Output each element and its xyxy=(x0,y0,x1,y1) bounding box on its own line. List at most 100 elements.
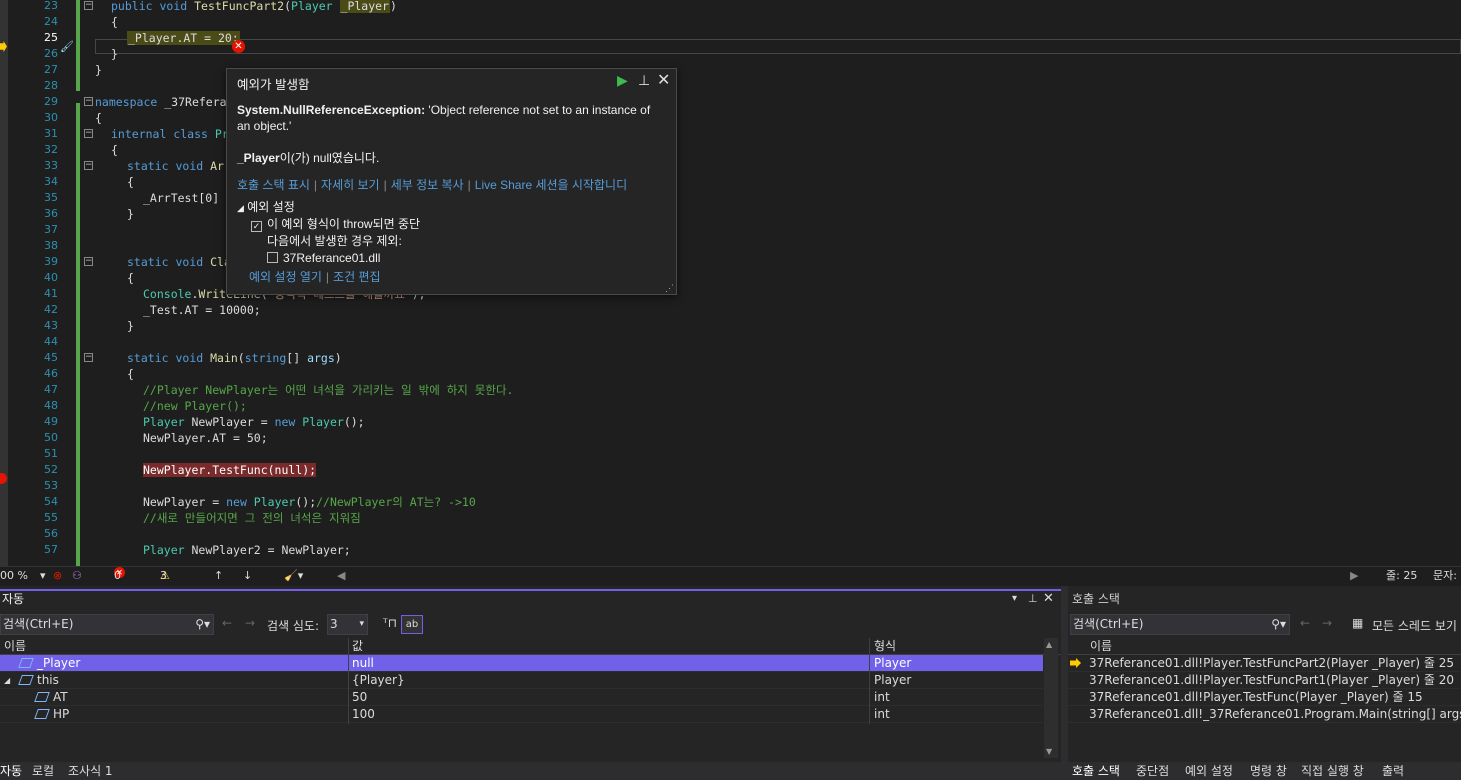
autos-row[interactable]: HP 100 int xyxy=(0,706,1043,723)
dropdown-icon[interactable]: ▾ xyxy=(40,567,46,584)
tab-breakpoints[interactable]: 중단점 xyxy=(1136,762,1169,780)
code-line[interactable]: 36} xyxy=(0,206,1461,222)
code-line[interactable]: 34 { xyxy=(0,174,1461,190)
close-icon[interactable]: ✕ xyxy=(657,70,670,90)
tab-immediate-window[interactable]: 직접 실행 창 xyxy=(1301,762,1364,780)
break-when-thrown-checkbox[interactable]: ✓ xyxy=(251,221,262,232)
code-line[interactable]: 49 Player NewPlayer = new Player(); xyxy=(0,414,1461,430)
warning-count[interactable]: 3 xyxy=(160,567,167,584)
issues-icon[interactable]: ⊗ xyxy=(53,567,62,584)
variable-value[interactable]: null xyxy=(352,655,374,672)
code-line[interactable]: 50 NewPlayer.AT = 50; xyxy=(0,430,1461,446)
tab-call-stack[interactable]: 호출 스택 xyxy=(1072,762,1120,780)
code-line[interactable]: 46 { xyxy=(0,366,1461,382)
code-line[interactable]: 35 _ArrTest[0] = 9 xyxy=(0,190,1461,206)
call-stack-search-input[interactable]: 검색(Ctrl+E) ⚲▾ xyxy=(1070,614,1290,635)
collapse-icon[interactable]: − xyxy=(84,353,93,362)
open-exception-settings-link[interactable]: 예외 설정 열기 xyxy=(249,270,322,284)
back-icon[interactable]: ← xyxy=(222,616,232,630)
search-depth-select[interactable]: 3 ▾ xyxy=(327,614,368,635)
expander-icon[interactable]: ◢ xyxy=(237,203,244,213)
view-details-link[interactable]: 자세히 보기 xyxy=(321,178,380,192)
scroll-left-icon[interactable]: ◀ xyxy=(337,567,345,584)
code-line[interactable]: 42 _Test.AT = 10000; xyxy=(0,302,1461,318)
code-line[interactable]: 47 //Player NewPlayer는 어떤 녀석을 가리키는 일 밖에 하… xyxy=(0,382,1461,398)
code-line[interactable]: 39−static void ClassT xyxy=(0,254,1461,270)
code-line[interactable]: 44 xyxy=(0,334,1461,350)
code-line[interactable]: 28 xyxy=(0,78,1461,94)
code-line[interactable]: 23 − public void TestFuncPart2(Player _Pla… xyxy=(0,0,1461,14)
code-line[interactable]: 55 //새로 만들어지면 그 전의 녀석은 지워짐 xyxy=(0,510,1461,526)
call-stack-frame[interactable]: 37Referance01.dll!Player.TestFuncPart1(P… xyxy=(1068,672,1461,689)
forward-icon[interactable]: → xyxy=(245,616,255,630)
cleanup-icon[interactable]: 🧹▾ xyxy=(284,567,303,584)
tab-autos[interactable]: 자동 xyxy=(0,762,22,780)
code-line[interactable]: 30 { xyxy=(0,110,1461,126)
tab-output[interactable]: 출력 xyxy=(1382,762,1404,780)
live-share-link[interactable]: Live Share 세션을 시작합니디 xyxy=(475,178,627,192)
pin-column-icon[interactable]: ᵀ⊓ xyxy=(383,616,397,630)
text-visualizer-icon[interactable]: ab xyxy=(401,615,423,634)
code-line[interactable]: 45 − static void Main(string[] args) xyxy=(0,350,1461,366)
search-icon[interactable]: ⚲▾ xyxy=(1271,615,1286,634)
code-line[interactable]: 24 { xyxy=(0,14,1461,30)
error-icon[interactable]: ✕ xyxy=(232,40,245,53)
call-stack-frame[interactable]: 37Referance01.dll!_37Referance01.Program… xyxy=(1068,706,1461,723)
scroll-right-icon[interactable]: ▶ xyxy=(1350,567,1358,584)
autos-row[interactable]: AT 50 int xyxy=(0,689,1043,706)
close-icon[interactable]: ✕ xyxy=(1043,591,1054,606)
code-line[interactable]: 48 //new Player(); xyxy=(0,398,1461,414)
code-line[interactable]: 31−internal class Progra xyxy=(0,126,1461,142)
code-line[interactable]: 57 Player NewPlayer2 = NewPlayer; xyxy=(0,542,1461,558)
code-line[interactable]: 26} xyxy=(0,46,1461,62)
column-name[interactable]: 이름 xyxy=(4,638,26,655)
call-stack-frame[interactable]: 37Referance01.dll!Player.TestFunc(Player… xyxy=(1068,689,1461,706)
resize-grip-icon[interactable]: ⋰ xyxy=(665,283,674,294)
variable-value[interactable]: 50 xyxy=(352,689,367,706)
code-line[interactable]: 40 { xyxy=(0,270,1461,286)
next-issue-icon[interactable]: ↓ xyxy=(243,567,252,584)
window-menu-icon[interactable]: ▾ xyxy=(1012,593,1017,604)
zoom-level[interactable]: 00 % xyxy=(0,567,28,584)
code-line[interactable]: 25 _Player.AT = 20; xyxy=(0,30,1461,46)
column-name[interactable]: 이름 xyxy=(1090,638,1112,655)
forward-icon[interactable]: → xyxy=(1322,616,1332,630)
code-line[interactable]: 38 xyxy=(0,238,1461,254)
pin-icon[interactable]: ⊥ xyxy=(1028,592,1038,605)
autos-search-input[interactable]: 검색(Ctrl+E) ⚲▾ xyxy=(0,614,214,635)
copilot-icon[interactable]: ⚇ xyxy=(72,567,82,584)
code-line[interactable]: 33−static void ArrTes xyxy=(0,158,1461,174)
autos-row[interactable]: ◢ this {Player} Player xyxy=(0,672,1043,689)
code-line[interactable]: 32 { xyxy=(0,142,1461,158)
code-line[interactable]: 56 xyxy=(0,526,1461,542)
column-value[interactable]: 값 xyxy=(352,638,363,655)
code-line[interactable]: 51 xyxy=(0,446,1461,462)
column-type[interactable]: 형식 xyxy=(874,638,896,655)
threads-icon[interactable]: ▦ xyxy=(1352,616,1363,630)
tab-exception-settings[interactable]: 예외 설정 xyxy=(1185,762,1233,780)
continue-icon[interactable]: ▶ xyxy=(617,72,628,89)
search-icon[interactable]: ⚲▾ xyxy=(195,615,210,634)
code-line[interactable]: 29 − namespace _37Referan xyxy=(0,94,1461,110)
collapse-icon[interactable]: − xyxy=(84,257,93,266)
copy-details-link[interactable]: 세부 정보 복사 xyxy=(391,178,464,192)
autos-row[interactable]: _Player null Player xyxy=(0,655,1043,672)
back-icon[interactable]: ← xyxy=(1300,616,1310,630)
code-line[interactable]: 43} xyxy=(0,318,1461,334)
variable-value[interactable]: {Player} xyxy=(352,672,405,689)
code-line[interactable]: 54 NewPlayer = new Player();//NewPlayer의 … xyxy=(0,494,1461,510)
collapse-icon[interactable]: − xyxy=(84,161,93,170)
collapse-icon[interactable]: − xyxy=(84,129,93,138)
collapse-icon[interactable]: − xyxy=(84,97,93,106)
code-line[interactable]: 27} xyxy=(0,62,1461,78)
error-count[interactable]: 0 xyxy=(114,567,121,584)
tab-command-window[interactable]: 명령 창 xyxy=(1250,762,1287,780)
show-call-stack-link[interactable]: 호출 스택 표시 xyxy=(237,178,310,192)
code-line[interactable]: 41Console.WriteLine("공격력 테스트를 해볼까요"); xyxy=(0,286,1461,302)
code-line[interactable]: 52 NewPlayer.TestFunc(null); xyxy=(0,462,1461,478)
edit-conditions-link[interactable]: 조건 편집 xyxy=(333,270,381,284)
variable-value[interactable]: 100 xyxy=(352,706,375,723)
quick-actions-icon[interactable]: 🖌 xyxy=(60,40,74,53)
call-stack-frame[interactable]: 37Referance01.dll!Player.TestFuncPart2(P… xyxy=(1068,655,1461,672)
code-line[interactable]: 53 xyxy=(0,478,1461,494)
